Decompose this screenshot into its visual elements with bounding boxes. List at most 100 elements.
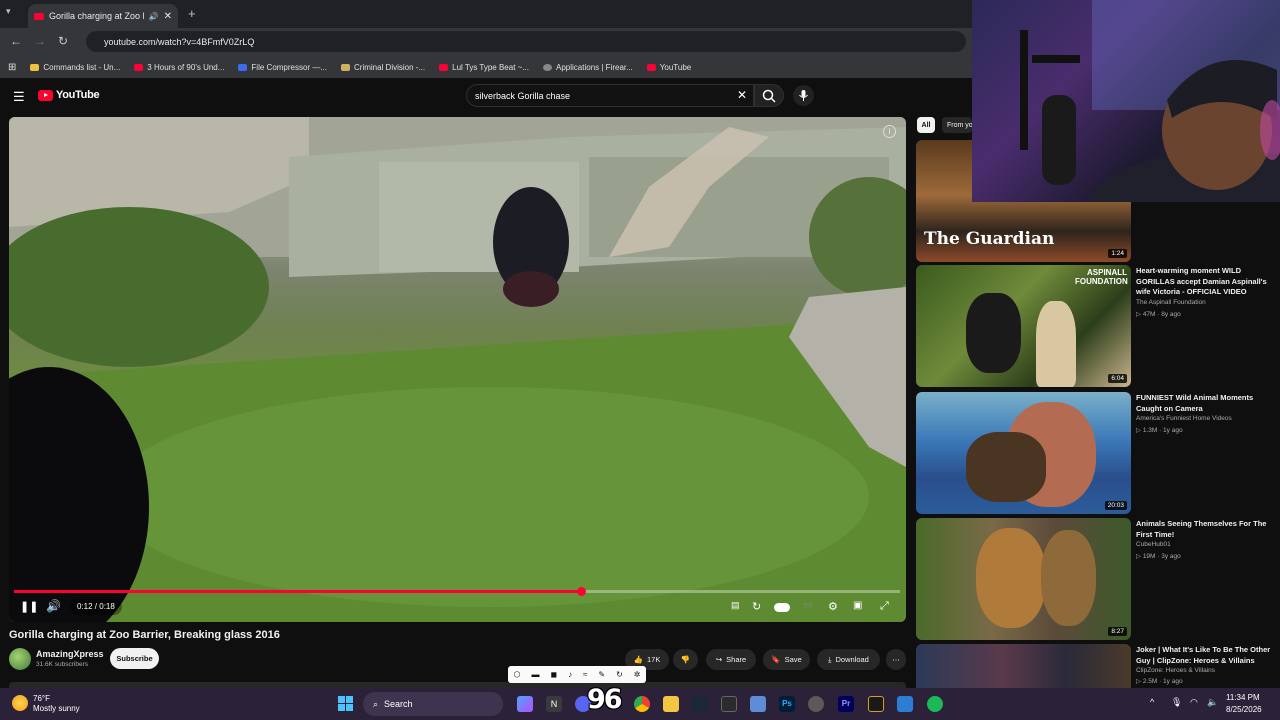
copilot-icon[interactable] [517, 696, 533, 712]
bookmark-item[interactable]: YouTube [646, 63, 691, 72]
more-actions-button[interactable]: ⋯ [886, 649, 906, 670]
bookmark-item[interactable]: Criminal Division -... [341, 63, 425, 72]
bookmark-item[interactable]: Applications | Firear... [543, 63, 633, 72]
video-duration: 20:03 [1104, 501, 1127, 510]
menu-icon[interactable]: ☰ [13, 89, 25, 105]
subscribe-button[interactable]: Subscribe [110, 648, 159, 669]
related-video-thumbnail[interactable]: 8:27 [916, 518, 1131, 640]
bookmark-icon [238, 63, 248, 71]
apps-grid-icon[interactable]: ⊞ [8, 62, 16, 73]
close-tab-icon[interactable]: ✕ [164, 11, 172, 22]
bookmark-label: Criminal Division -... [354, 62, 426, 72]
miniplayer-icon[interactable]: ▣ [853, 600, 862, 611]
weather-temperature[interactable]: 76°F [33, 694, 50, 703]
autoplay-toggle[interactable] [774, 603, 790, 612]
share-icon: ↪ [715, 655, 723, 664]
reload-icon[interactable]: ↻ [58, 34, 68, 48]
progress-scrubber[interactable] [577, 587, 586, 596]
search-button[interactable] [754, 84, 784, 107]
windows-start-icon[interactable] [338, 696, 353, 711]
youtube-logo[interactable]: YouTube [38, 89, 100, 101]
chrome-icon[interactable] [634, 696, 650, 712]
notepad-icon[interactable] [897, 696, 913, 712]
refresh-icon[interactable]: ↻ [616, 670, 623, 679]
screenshot-toolbar: ⬡ ▬ ◼ ♪ ≈ ✎ ↻ ✲ [508, 666, 646, 683]
chip-all[interactable]: All [917, 117, 935, 133]
channel-name[interactable]: AmazingXpress [36, 649, 104, 659]
related-video-thumbnail[interactable] [916, 644, 1131, 688]
shield-icon[interactable]: ⬡ [513, 670, 520, 679]
clapper-icon[interactable]: ▬ [531, 670, 539, 679]
terminal-icon[interactable] [721, 696, 737, 712]
bookmark-icon [341, 63, 350, 71]
related-video-title[interactable]: FUNNIEST Wild Animal Moments Caught on C… [1136, 393, 1271, 414]
obs-icon[interactable] [808, 696, 824, 712]
download-icon: ⤓ [828, 654, 832, 664]
tray-overflow-icon[interactable]: ^ [1150, 697, 1154, 707]
microphone-tray-icon[interactable]: 🎙 [1171, 697, 1182, 708]
volume-tray-icon[interactable]: 🔈 [1207, 697, 1218, 708]
clear-search-icon[interactable]: ✕ [737, 88, 747, 102]
photoshop-icon[interactable]: Ps [779, 696, 795, 712]
bookmark-icon [30, 63, 40, 71]
forward-icon[interactable]: → [34, 34, 46, 48]
bookmark-item[interactable]: 3 Hours of 90's Und... [134, 63, 224, 72]
related-video-thumbnail[interactable]: ASPINALL FOUNDATION 6:04 [916, 265, 1131, 387]
settings-gear-icon[interactable]: ⚙ [828, 600, 838, 613]
captions-icon[interactable]: ▭ [803, 600, 812, 611]
tab-search-icon[interactable]: ▾ [6, 6, 11, 17]
search-input[interactable]: silverback Gorilla chase [466, 84, 754, 107]
wifi-icon[interactable]: ◠ [1190, 697, 1198, 708]
notion-icon[interactable]: N [546, 696, 562, 712]
fullscreen-icon[interactable]: ⤢ [880, 600, 889, 613]
new-tab-button[interactable]: + [188, 6, 196, 21]
bookmark-item[interactable]: File Compressor —... [238, 63, 327, 72]
chip-from-channel[interactable]: From yo [942, 117, 972, 133]
related-video-title[interactable]: Animals Seeing Themselves For The First … [1136, 519, 1271, 540]
audio-icon[interactable]: ♪ [568, 670, 572, 679]
gear-icon[interactable]: ✲ [634, 670, 641, 679]
video-player[interactable]: i [9, 117, 906, 622]
taskbar-clock[interactable]: 11:34 PM [1226, 693, 1260, 702]
bookmark-item[interactable]: Commands list - Un... [30, 63, 120, 72]
taskbar-search[interactable]: ⌕ Search [363, 692, 503, 716]
info-icon[interactable]: i [883, 125, 896, 138]
url-field[interactable]: youtube.com/watch?v=4BFmfV0ZrLQ [86, 31, 966, 52]
spotify-icon[interactable] [927, 696, 943, 712]
steam-icon[interactable] [692, 696, 708, 712]
related-video-channel[interactable]: The Aspinall Foundation [1136, 299, 1206, 306]
dislike-button[interactable]: 👎 [673, 649, 698, 670]
back-icon[interactable]: ← [10, 34, 22, 48]
camera-icon[interactable]: ◼ [550, 670, 557, 679]
wave-icon[interactable]: ≈ [583, 670, 587, 679]
related-video-meta: ▷ 19M · 3y ago [1136, 553, 1181, 560]
photos-icon[interactable] [750, 696, 766, 712]
download-button[interactable]: ⤓ Download [817, 649, 880, 670]
save-button[interactable]: 🔖 Save [763, 649, 810, 670]
bookmark-item[interactable]: Lul Tys Type Beat ~... [439, 63, 529, 72]
app-icon[interactable] [868, 696, 884, 712]
related-video-channel[interactable]: ClipZone: Heroes & Villains [1136, 667, 1215, 674]
related-video-channel[interactable]: America's Funniest Home Videos [1136, 415, 1232, 422]
voice-search-button[interactable] [793, 85, 814, 106]
share-button[interactable]: ↪ Share [706, 649, 756, 670]
weather-sun-icon[interactable] [12, 695, 28, 711]
browser-tab[interactable]: Gorilla charging at Zoo Barrier 🔊 ✕ [28, 4, 178, 28]
channel-avatar[interactable] [9, 648, 31, 670]
thumbs-up-icon: 👍 [633, 655, 643, 664]
premiere-icon[interactable]: Pr [838, 696, 854, 712]
volume-icon[interactable]: 🔊 [46, 599, 61, 613]
related-video-title[interactable]: Heart-warming moment WILD GORILLAS accep… [1136, 266, 1271, 298]
taskbar-date[interactable]: 8/25/2026 [1226, 705, 1262, 714]
weather-description[interactable]: Mostly sunny [33, 704, 80, 713]
related-video-thumbnail[interactable]: 20:03 [916, 392, 1131, 514]
pin-icon[interactable]: ✎ [598, 670, 605, 679]
file-explorer-icon[interactable] [663, 696, 679, 712]
subtitles-stack-icon[interactable]: ▤ [731, 600, 740, 611]
bookmark-label: Commands list - Un... [43, 62, 121, 72]
loop-icon[interactable]: ↻ [752, 600, 761, 613]
pause-button[interactable]: ❚❚ [20, 600, 38, 613]
related-video-title[interactable]: Joker | What It's Like To Be The Other G… [1136, 645, 1271, 666]
search-query: silverback Gorilla chase [475, 90, 571, 101]
related-video-channel[interactable]: CubeHub01 [1136, 541, 1171, 548]
